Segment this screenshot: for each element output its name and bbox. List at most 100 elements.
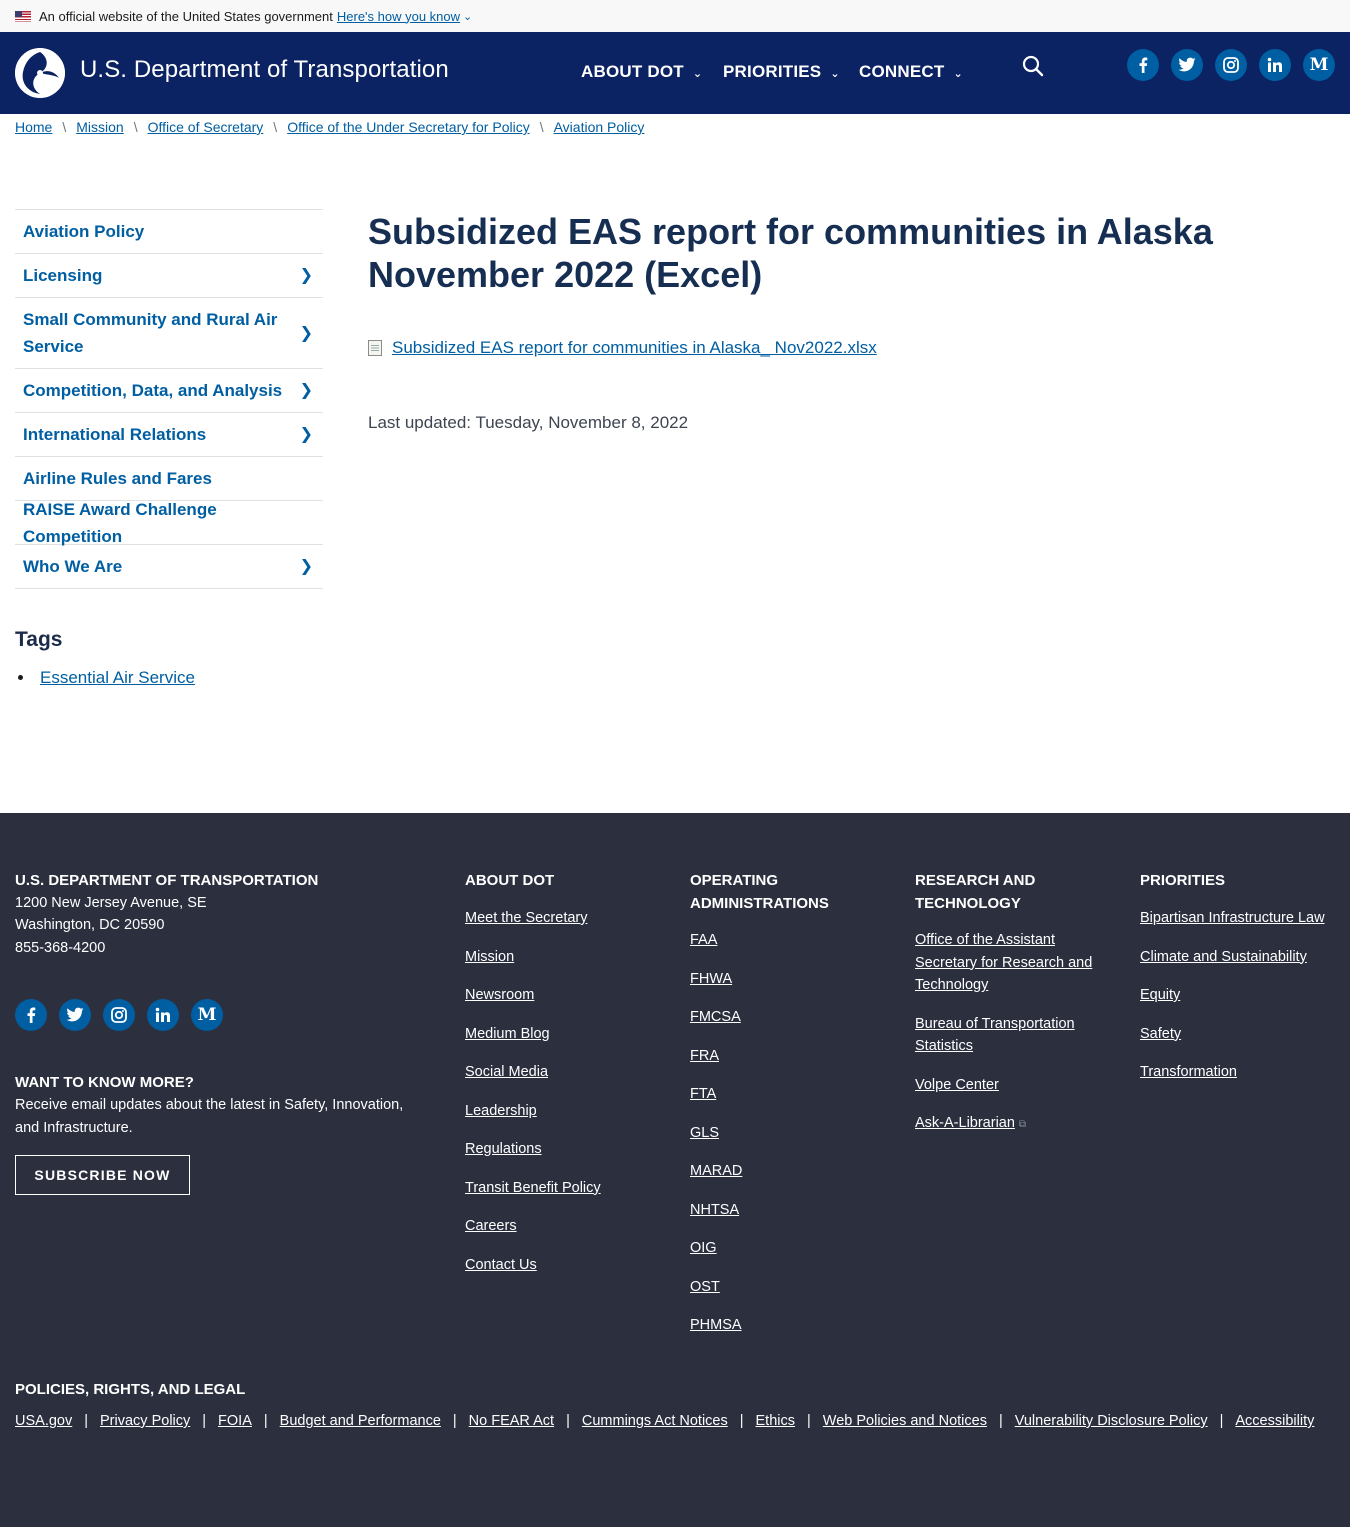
linkedin-icon[interactable] bbox=[147, 999, 179, 1031]
sidebar-item-competition[interactable]: Competition, Data, and Analysis ❯ bbox=[15, 369, 323, 413]
list-item: Medium Blog bbox=[465, 1023, 601, 1046]
list-item: FAA bbox=[690, 929, 742, 952]
chevron-down-icon[interactable]: ⌄ bbox=[463, 10, 472, 23]
footer-about-links: Meet the Secretary Mission Newsroom Medi… bbox=[465, 907, 601, 1276]
sidebar-item-raise-award[interactable]: RAISE Award Challenge Competition bbox=[15, 500, 323, 546]
legal-link-foia[interactable]: FOIA bbox=[218, 1413, 252, 1429]
footer-link-fmcsa[interactable]: FMCSA bbox=[690, 1009, 741, 1025]
twitter-icon[interactable] bbox=[59, 999, 91, 1031]
nav-about-dot[interactable]: ABOUT DOT ⌄ bbox=[581, 62, 702, 82]
breadcrumb-separator: \ bbox=[133, 119, 138, 135]
list-item: Bipartisan Infrastructure Law bbox=[1140, 907, 1325, 930]
footer-link-careers[interactable]: Careers bbox=[465, 1218, 517, 1234]
medium-icon[interactable]: M bbox=[1303, 49, 1335, 81]
twitter-icon[interactable] bbox=[1171, 49, 1203, 81]
legal-link-ethics[interactable]: Ethics bbox=[756, 1413, 796, 1429]
footer-link-phmsa[interactable]: PHMSA bbox=[690, 1317, 742, 1333]
breadcrumb-home[interactable]: Home bbox=[15, 119, 52, 135]
legal-link-vulnerability[interactable]: Vulnerability Disclosure Policy bbox=[1015, 1413, 1208, 1429]
medium-icon[interactable]: M bbox=[191, 999, 223, 1031]
footer-link-bipartisan-infrastructure[interactable]: Bipartisan Infrastructure Law bbox=[1140, 910, 1325, 926]
footer-link-ask-a-librarian[interactable]: Ask-A-Librarian bbox=[915, 1115, 1015, 1131]
footer-link-faa[interactable]: FAA bbox=[690, 932, 717, 948]
footer-link-social-media[interactable]: Social Media bbox=[465, 1064, 548, 1080]
sidebar-item-small-community[interactable]: Small Community and Rural Air Service ❯ bbox=[15, 298, 323, 369]
sidebar-item-who-we-are[interactable]: Who We Are ❯ bbox=[15, 545, 323, 589]
breadcrumb-under-secretary[interactable]: Office of the Under Secretary for Policy bbox=[287, 119, 530, 135]
footer-link-safety[interactable]: Safety bbox=[1140, 1026, 1181, 1042]
nav-priorities[interactable]: PRIORITIES ⌄ bbox=[723, 62, 840, 82]
footer-link-fta[interactable]: FTA bbox=[690, 1086, 716, 1102]
footer-link-fhwa[interactable]: FHWA bbox=[690, 971, 732, 987]
sidebar-item-airline-rules[interactable]: Airline Rules and Fares bbox=[15, 457, 323, 501]
footer-link-gls[interactable]: GLS bbox=[690, 1125, 719, 1141]
search-icon[interactable] bbox=[1021, 54, 1045, 78]
instagram-icon[interactable] bbox=[103, 999, 135, 1031]
footer-link-nhtsa[interactable]: NHTSA bbox=[690, 1202, 739, 1218]
file-download-link[interactable]: Subsidized EAS report for communities in… bbox=[392, 338, 877, 358]
footer-link-medium-blog[interactable]: Medium Blog bbox=[465, 1026, 550, 1042]
footer-link-bts[interactable]: Bureau of Transportation Statistics bbox=[915, 1016, 1075, 1055]
linkedin-icon[interactable] bbox=[1259, 49, 1291, 81]
list-item: FRA bbox=[690, 1045, 742, 1068]
footer-link-regulations[interactable]: Regulations bbox=[465, 1141, 542, 1157]
footer-link-contact-us[interactable]: Contact Us bbox=[465, 1257, 537, 1273]
legal-link-no-fear-act[interactable]: No FEAR Act bbox=[469, 1413, 554, 1429]
footer-link-leadership[interactable]: Leadership bbox=[465, 1103, 537, 1119]
footer-link-climate[interactable]: Climate and Sustainability bbox=[1140, 949, 1307, 965]
footer-link-fra[interactable]: FRA bbox=[690, 1048, 719, 1064]
site-title[interactable]: U.S. Department of Transportation bbox=[80, 56, 449, 84]
list-item: Transit Benefit Policy bbox=[465, 1177, 601, 1200]
footer-link-marad[interactable]: MARAD bbox=[690, 1163, 742, 1179]
nav-connect[interactable]: CONNECT ⌄ bbox=[859, 62, 963, 82]
footer-priorities-links: Bipartisan Infrastructure Law Climate an… bbox=[1140, 907, 1325, 1084]
footer-link-equity[interactable]: Equity bbox=[1140, 987, 1180, 1003]
legal-link-usa-gov[interactable]: USA.gov bbox=[15, 1413, 72, 1429]
facebook-icon[interactable] bbox=[1127, 49, 1159, 81]
facebook-icon[interactable] bbox=[15, 999, 47, 1031]
breadcrumb-separator: \ bbox=[539, 119, 544, 135]
footer-link-ost[interactable]: OST bbox=[690, 1279, 720, 1295]
sidebar-item-label: Who We Are bbox=[23, 557, 123, 576]
sidebar-item-licensing[interactable]: Licensing ❯ bbox=[15, 254, 323, 298]
footer-phone: 855-368-4200 bbox=[15, 940, 106, 956]
nav-connect-label: CONNECT bbox=[859, 62, 945, 81]
footer-link-meet-the-secretary[interactable]: Meet the Secretary bbox=[465, 910, 588, 926]
sidebar-item-label: Licensing bbox=[23, 266, 103, 285]
legal-link-accessibility[interactable]: Accessibility bbox=[1235, 1413, 1314, 1429]
sidebar-item-aviation-policy[interactable]: Aviation Policy bbox=[15, 210, 323, 254]
footer-link-oast[interactable]: Office of the Assistant Secretary for Re… bbox=[915, 932, 1092, 993]
sidebar-item-international-relations[interactable]: International Relations ❯ bbox=[15, 413, 323, 457]
legal-link-cummings-act[interactable]: Cummings Act Notices bbox=[582, 1413, 728, 1429]
list-item: FMCSA bbox=[690, 1006, 742, 1029]
breadcrumb-separator: \ bbox=[273, 119, 278, 135]
legal-separator: | bbox=[202, 1413, 207, 1429]
footer-link-newsroom[interactable]: Newsroom bbox=[465, 987, 534, 1003]
breadcrumb-aviation-policy[interactable]: Aviation Policy bbox=[554, 119, 645, 135]
subscribe-now-button[interactable]: SUBSCRIBE NOW bbox=[15, 1155, 190, 1195]
footer-link-transformation[interactable]: Transformation bbox=[1140, 1064, 1237, 1080]
dot-logo-icon[interactable] bbox=[15, 48, 65, 98]
page-title: Subsidized EAS report for communities in… bbox=[368, 211, 1213, 295]
breadcrumb-mission[interactable]: Mission bbox=[76, 119, 123, 135]
chevron-right-icon[interactable]: ❯ bbox=[300, 421, 313, 448]
tag-essential-air-service[interactable]: Essential Air Service bbox=[40, 668, 195, 687]
list-item: Careers bbox=[465, 1215, 601, 1238]
footer-link-transit-benefit[interactable]: Transit Benefit Policy bbox=[465, 1180, 601, 1196]
legal-link-web-policies[interactable]: Web Policies and Notices bbox=[823, 1413, 987, 1429]
footer-link-oig[interactable]: OIG bbox=[690, 1240, 717, 1256]
chevron-right-icon[interactable]: ❯ bbox=[300, 262, 313, 289]
footer-link-volpe[interactable]: Volpe Center bbox=[915, 1077, 999, 1093]
chevron-right-icon[interactable]: ❯ bbox=[300, 320, 313, 347]
chevron-right-icon[interactable]: ❯ bbox=[300, 553, 313, 580]
tags-heading: Tags bbox=[15, 628, 63, 651]
chevron-right-icon[interactable]: ❯ bbox=[300, 377, 313, 404]
instagram-icon[interactable] bbox=[1215, 49, 1247, 81]
heres-how-you-know-link[interactable]: Here's how you know bbox=[337, 9, 460, 24]
footer-link-mission[interactable]: Mission bbox=[465, 949, 514, 965]
legal-link-budget[interactable]: Budget and Performance bbox=[280, 1413, 441, 1429]
breadcrumb-office-of-secretary[interactable]: Office of Secretary bbox=[148, 119, 264, 135]
sidebar-item-label: Aviation Policy bbox=[23, 222, 145, 241]
legal-link-privacy-policy[interactable]: Privacy Policy bbox=[100, 1413, 190, 1429]
tags-list: Essential Air Service bbox=[35, 668, 195, 688]
